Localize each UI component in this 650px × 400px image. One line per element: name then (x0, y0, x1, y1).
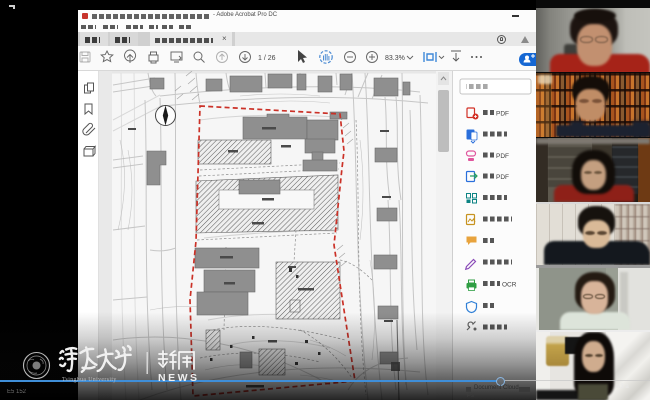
svg-text:Tsinghua University: Tsinghua University (62, 377, 117, 383)
svg-text:NEWS: NEWS (158, 372, 200, 384)
